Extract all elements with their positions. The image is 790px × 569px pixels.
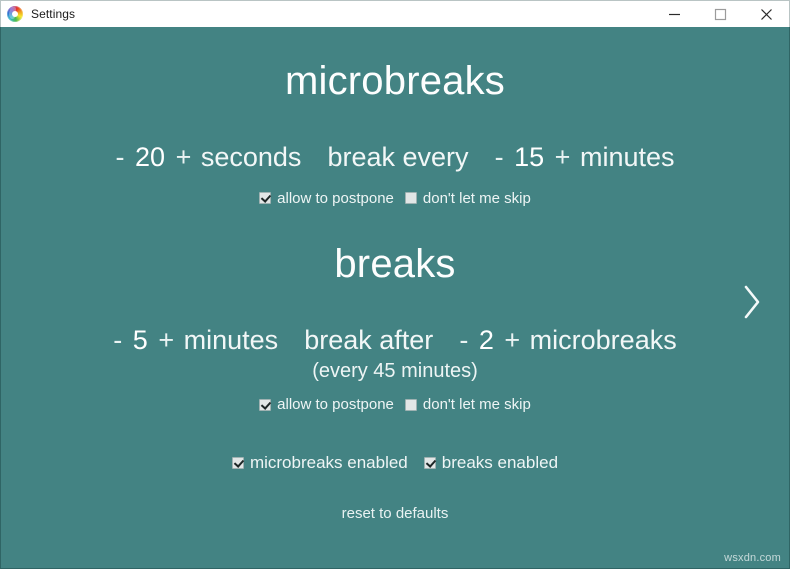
rainbow-spiral-icon [7,6,23,22]
window-title: Settings [31,7,76,21]
window-controls [651,1,789,27]
title-bar: Settings [0,0,790,27]
microbreaks-heading: microbreaks [284,59,506,103]
microbreaks-duration-unit: seconds [200,142,302,172]
breaks-dont-skip-checkbox[interactable] [404,398,417,411]
settings-content: microbreaks - 20 + seconds break every -… [0,27,790,569]
microbreaks-dont-skip-label: don't let me skip [422,189,531,207]
microbreaks-settings-line: - 20 + seconds break every - 15 + minute… [1,142,789,173]
microbreaks-dont-skip-option[interactable]: don't let me skip [404,189,531,207]
breaks-allow-postpone-label: allow to postpone [277,396,394,414]
breaks-allow-postpone-checkbox[interactable] [259,398,272,411]
breaks-middle-text: break after [304,324,434,355]
settings-window: Settings microbreaks - 20 + seconds brea… [0,0,790,569]
breaks-enabled-label: breaks enabled [441,453,559,473]
breaks-duration-decrement[interactable]: - [112,325,123,355]
breaks-count-increment[interactable]: + [503,325,521,355]
microbreaks-duration-increment[interactable]: + [175,142,193,172]
breaks-count-decrement[interactable]: - [458,325,469,355]
breaks-duration-unit: minutes [183,324,279,355]
breaks-allow-postpone-option[interactable]: allow to postpone [259,396,394,413]
breaks-dont-skip-option[interactable]: don't let me skip [404,396,531,414]
breaks-enabled-checkbox[interactable] [423,457,436,470]
breaks-heading: breaks [334,241,456,286]
maximize-icon [714,8,726,20]
microbreaks-allow-postpone-option[interactable]: allow to postpone [259,190,394,207]
microbreaks-interval-value: 15 [514,142,545,172]
global-toggles-row: microbreaks enabled breaks enabled [1,453,789,473]
breaks-options-row: allow to postpone don't let me skip [1,396,789,413]
microbreaks-options-row: allow to postpone don't let me skip [1,190,789,207]
next-page-button[interactable] [732,274,772,330]
microbreaks-interval-decrement[interactable]: - [494,142,505,172]
breaks-enabled-option[interactable]: breaks enabled [423,453,559,473]
breaks-dont-skip-label: don't let me skip [422,396,531,414]
breaks-count-value: 2 [478,324,494,355]
minimize-icon [668,13,680,15]
breaks-frequency-note: (every 45 minutes) [312,360,478,383]
microbreaks-allow-postpone-checkbox[interactable] [259,192,272,205]
microbreaks-enabled-label: microbreaks enabled [249,453,408,473]
breaks-duration-increment[interactable]: + [157,325,175,355]
microbreaks-interval-unit: minutes [579,142,675,172]
breaks-settings-line: - 5 + minutes break after - 2 + microbre… [1,324,789,356]
breaks-count-unit: microbreaks [529,324,677,355]
microbreaks-enabled-checkbox[interactable] [231,457,244,470]
microbreaks-duration-decrement[interactable]: - [114,142,125,172]
microbreaks-middle-text: break every [327,142,469,172]
chevron-right-icon [744,285,760,319]
microbreaks-dont-skip-checkbox[interactable] [404,192,417,205]
close-button[interactable] [743,1,789,27]
close-icon [760,8,772,20]
breaks-duration-value: 5 [132,324,148,355]
reset-to-defaults-link[interactable]: reset to defaults [1,505,789,522]
watermark: wsxdn.com [724,552,781,564]
microbreaks-allow-postpone-label: allow to postpone [277,189,394,207]
minimize-button[interactable] [651,1,697,27]
maximize-button[interactable] [697,1,743,27]
microbreaks-duration-value: 20 [135,142,166,172]
microbreaks-interval-increment[interactable]: + [554,142,572,172]
title-bar-left: Settings [1,6,75,22]
microbreaks-enabled-option[interactable]: microbreaks enabled [231,453,408,473]
